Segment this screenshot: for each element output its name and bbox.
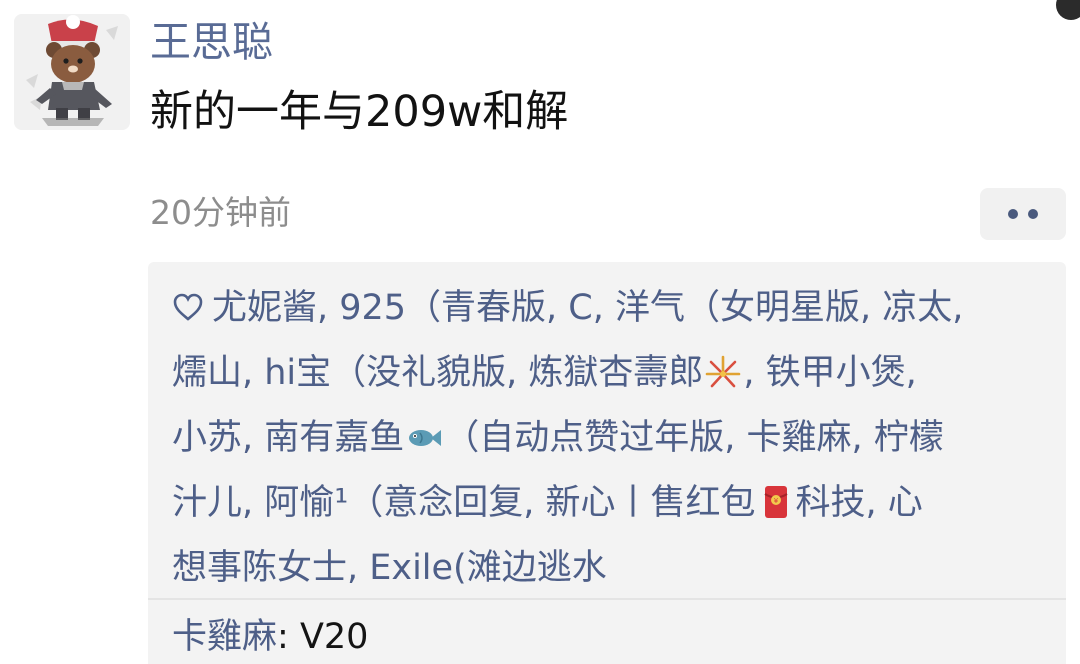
likes-comments-panel: 尤妮酱, 925（青春版, C, 洋气（女明星版, 凉太, 燸山, hi宝（没礼… [148,262,1066,664]
comment-separator: : [277,617,300,657]
comment-text: V20 [299,617,369,657]
divider [148,598,1066,600]
likes-line: 尤妮酱, 925（青春版, C, 洋气（女明星版, 凉太, [172,276,1052,341]
more-options-button[interactable] [980,188,1066,240]
comment-author[interactable]: 卡雞麻 [172,617,277,657]
post-text: 新的一年与209w和解 [150,87,569,137]
bear-avatar-icon [14,14,130,130]
liker-names[interactable]: , 铁甲小煲, [743,353,916,393]
likes-line: 汁儿, 阿愉¹（意念回复, 新心丨售红包 ¥ 科技, 心 [172,471,1052,536]
likes-line: 想事陈女士, Exile(滩边逃水 [172,536,1052,601]
likes-list: 尤妮酱, 925（青春版, C, 洋气（女明星版, 凉太, 燸山, hi宝（没礼… [172,276,1052,601]
fireworks-icon [706,355,741,388]
likes-line: 小苏, 南有嘉鱼 （自动点赞过年版, 卡雞麻, 柠檬 [172,406,1052,471]
liker-names[interactable]: 小苏, 南有嘉鱼 [172,418,404,458]
liker-names[interactable]: 想事陈女士, Exile(滩边逃水 [172,548,607,588]
red-envelope-icon: ¥ [764,486,788,518]
liker-names[interactable]: 燸山, hi宝（没礼貌版, 炼獄杏壽郎 [172,353,703,393]
liker-names[interactable]: 汁儿, 阿愉¹（意念回复, 新心丨售红包 [172,483,756,523]
author-name[interactable]: 王思聪 [150,14,273,70]
liker-names[interactable]: 科技, 心 [796,483,923,523]
likes-line: 燸山, hi宝（没礼貌版, 炼獄杏壽郎 , 铁甲小煲, [172,341,1052,406]
heart-outline-icon [173,293,203,321]
fish-icon [409,430,442,446]
avatar[interactable] [14,14,130,130]
post-timestamp: 20分钟前 [150,193,291,232]
comment-item[interactable]: 卡雞麻: V20 [172,612,368,662]
liker-names[interactable]: 尤妮酱, 925（青春版, C, 洋气（女明星版, 凉太, [212,288,963,328]
svg-text:¥: ¥ [773,497,778,505]
liker-names[interactable]: （自动点赞过年版, 卡雞麻, 柠檬 [444,418,944,458]
corner-status-dot [1056,0,1080,20]
